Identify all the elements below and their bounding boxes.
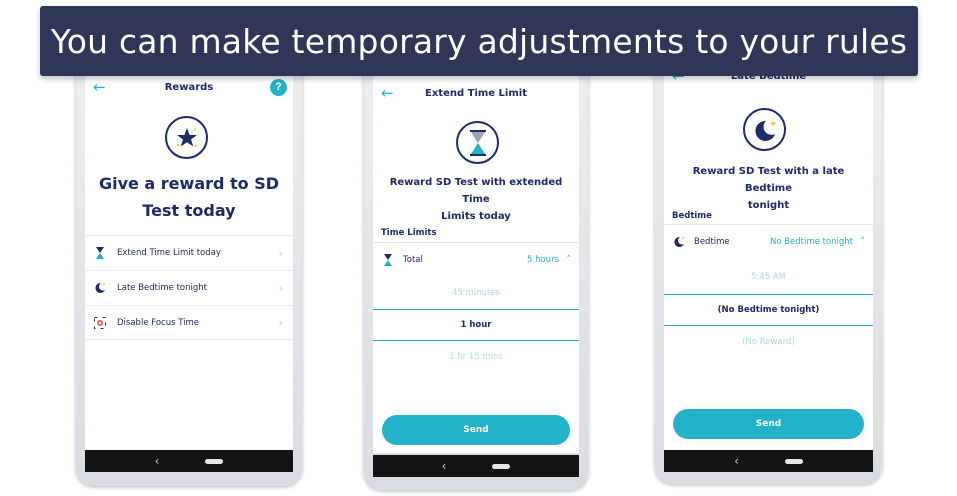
- android-nav-bar: ‹: [85, 450, 293, 472]
- extend-heading-line1: Reward SD Test with extended Time: [389, 177, 563, 205]
- setting-bedtime[interactable]: Bedtime No Bedtime tonight ˄: [664, 224, 873, 258]
- menu-item-disable-focus[interactable]: Disable Focus Time ›: [85, 305, 293, 340]
- bedtime-heading-line1: Reward SD Test with a late Bedtime: [692, 166, 845, 194]
- extend-header: ← Extend Time Limit: [373, 82, 579, 104]
- reward-heading: Give a reward to SD Test today: [85, 170, 293, 224]
- time-option-selected[interactable]: 1 hour: [373, 309, 579, 341]
- page-title: Rewards: [164, 81, 214, 93]
- extend-heading-line2: Limits today: [441, 211, 511, 222]
- extend-screen: ← Extend Time Limit Reward SD Test with …: [373, 74, 579, 453]
- nav-home-icon[interactable]: [492, 463, 511, 469]
- chevron-right-icon: ›: [278, 281, 283, 295]
- reward-heading-line1: Give a reward to SD: [98, 174, 280, 193]
- bedtime-heading: Reward SD Test with a late Bedtime tonig…: [672, 163, 865, 214]
- hourglass-icon: [469, 129, 486, 156]
- bedtime-option[interactable]: 5:45 AM: [664, 261, 873, 293]
- star-badge-icon: [165, 116, 208, 159]
- moon-icon: [93, 282, 107, 294]
- setting-label: Bedtime: [694, 236, 730, 247]
- hourglass-icon: [93, 247, 107, 259]
- menu-item-label: Extend Time Limit today: [117, 248, 221, 258]
- star-icon: [176, 127, 197, 147]
- back-arrow-icon[interactable]: ←: [93, 79, 106, 95]
- rewards-screen: ← Rewards ? Give a reward to SD Test tod…: [85, 70, 293, 450]
- menu-item-label: Disable Focus Time: [117, 317, 200, 328]
- moon-icon: [672, 236, 686, 248]
- menu-item-label: Late Bedtime tonight: [117, 283, 207, 293]
- focus-icon: [93, 316, 107, 329]
- section-label-time-limits: Time Limits: [381, 228, 437, 238]
- page-title: Extend Time Limit: [425, 87, 527, 99]
- bedtime-screen: ← Late Bedtime Reward SD Test with a lat…: [664, 58, 873, 450]
- send-button[interactable]: Send: [382, 415, 570, 445]
- back-arrow-icon[interactable]: ←: [381, 85, 394, 101]
- moon-icon: [754, 119, 776, 141]
- caption-text: You can make temporary adjustments to yo…: [50, 21, 908, 61]
- bedtime-option-selected[interactable]: (No Bedtime tonight): [664, 294, 873, 326]
- chevron-right-icon: ›: [278, 316, 283, 329]
- section-label-bedtime: Bedtime: [672, 211, 712, 221]
- setting-value[interactable]: 5 hours: [527, 255, 559, 265]
- reward-heading-line2: Test today: [142, 201, 236, 220]
- time-option[interactable]: 1 hr 15 mins: [373, 341, 579, 373]
- send-button[interactable]: Send: [673, 409, 864, 439]
- nav-home-icon[interactable]: [205, 458, 224, 464]
- phone-rewards: ← Rewards ? Give a reward to SD Test tod…: [76, 58, 302, 486]
- help-button[interactable]: ?: [270, 78, 287, 96]
- chevron-up-icon[interactable]: ˄: [567, 255, 572, 265]
- phone-late-bedtime: ← Late Bedtime Reward SD Test with a lat…: [655, 58, 882, 484]
- setting-label: Total: [403, 254, 423, 265]
- hourglass-icon: [381, 253, 395, 266]
- setting-total[interactable]: Total 5 hours ˄: [373, 242, 579, 276]
- nav-back-icon[interactable]: ‹: [442, 459, 447, 473]
- bedtime-option[interactable]: (No Reward): [664, 326, 873, 358]
- hourglass-badge-icon: [456, 121, 499, 164]
- phone-extend-time: ← Extend Time Limit Reward SD Test with …: [364, 58, 588, 490]
- moon-badge-icon: [743, 108, 786, 151]
- android-nav-bar: ‹: [664, 450, 873, 472]
- time-option[interactable]: 45 minutes: [373, 277, 579, 309]
- caption-banner: You can make temporary adjustments to yo…: [40, 6, 918, 76]
- chevron-up-icon[interactable]: ˄: [861, 237, 866, 247]
- menu-item-extend-time[interactable]: Extend Time Limit today ›: [85, 235, 293, 270]
- nav-back-icon[interactable]: ‹: [155, 454, 160, 468]
- chevron-right-icon: ›: [278, 246, 283, 260]
- nav-home-icon[interactable]: [784, 458, 803, 464]
- menu-item-late-bedtime[interactable]: Late Bedtime tonight ›: [85, 270, 293, 305]
- extend-heading: Reward SD Test with extended Time Limits…: [381, 174, 571, 225]
- setting-value[interactable]: No Bedtime tonight: [770, 237, 853, 247]
- nav-back-icon[interactable]: ‹: [734, 454, 739, 468]
- android-nav-bar: ‹: [373, 455, 579, 477]
- rewards-header: ← Rewards ?: [85, 76, 293, 98]
